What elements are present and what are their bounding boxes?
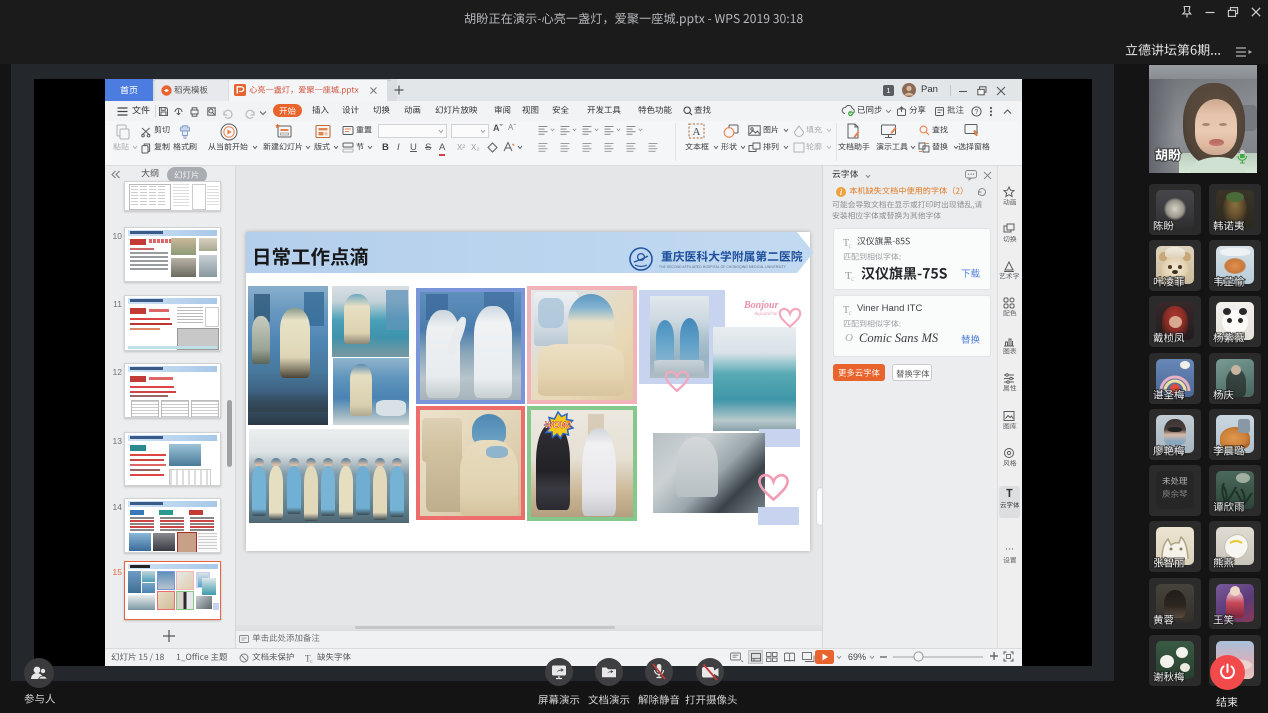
svg-text:?: ? — [975, 109, 979, 116]
svg-text:c: c — [849, 309, 852, 317]
svg-text:WOW!: WOW! — [545, 420, 572, 430]
svg-text:A: A — [693, 126, 701, 138]
svg-text:c: c — [849, 242, 852, 250]
svg-text:c: c — [310, 659, 313, 665]
